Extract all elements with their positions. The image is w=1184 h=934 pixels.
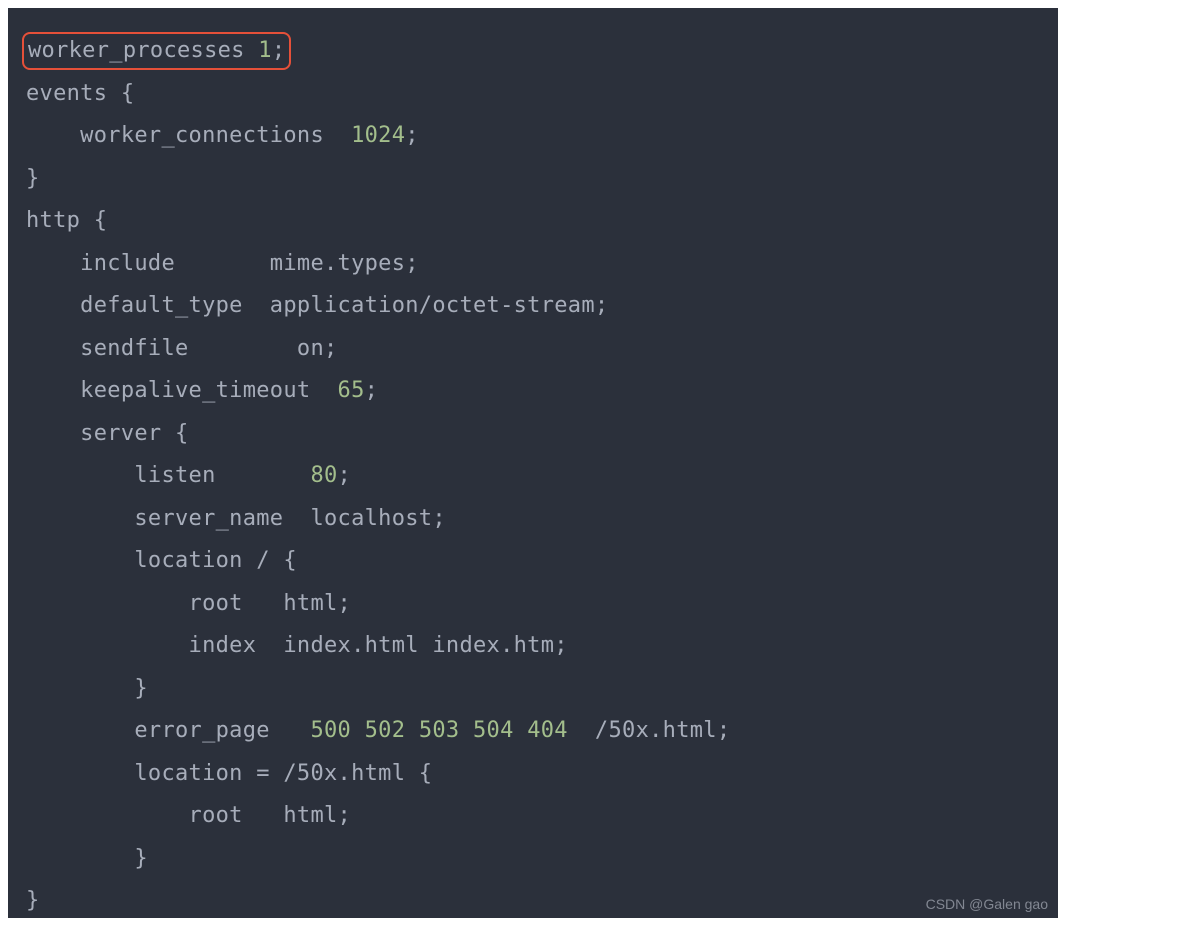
highlight-terminator: ; <box>272 38 286 63</box>
highlight-directive: worker_processes <box>28 38 245 63</box>
code-block: events { worker_connections 1024; } http… <box>26 30 1040 923</box>
highlight-content: worker_processes 1; <box>28 38 285 63</box>
watermark: CSDN @Galen gao <box>926 896 1048 912</box>
highlight-spacing <box>245 38 259 63</box>
highlight-box: worker_processes 1; <box>22 32 291 70</box>
highlight-value: 1 <box>258 38 272 63</box>
code-panel: worker_processes 1; events { worker_conn… <box>8 8 1058 918</box>
